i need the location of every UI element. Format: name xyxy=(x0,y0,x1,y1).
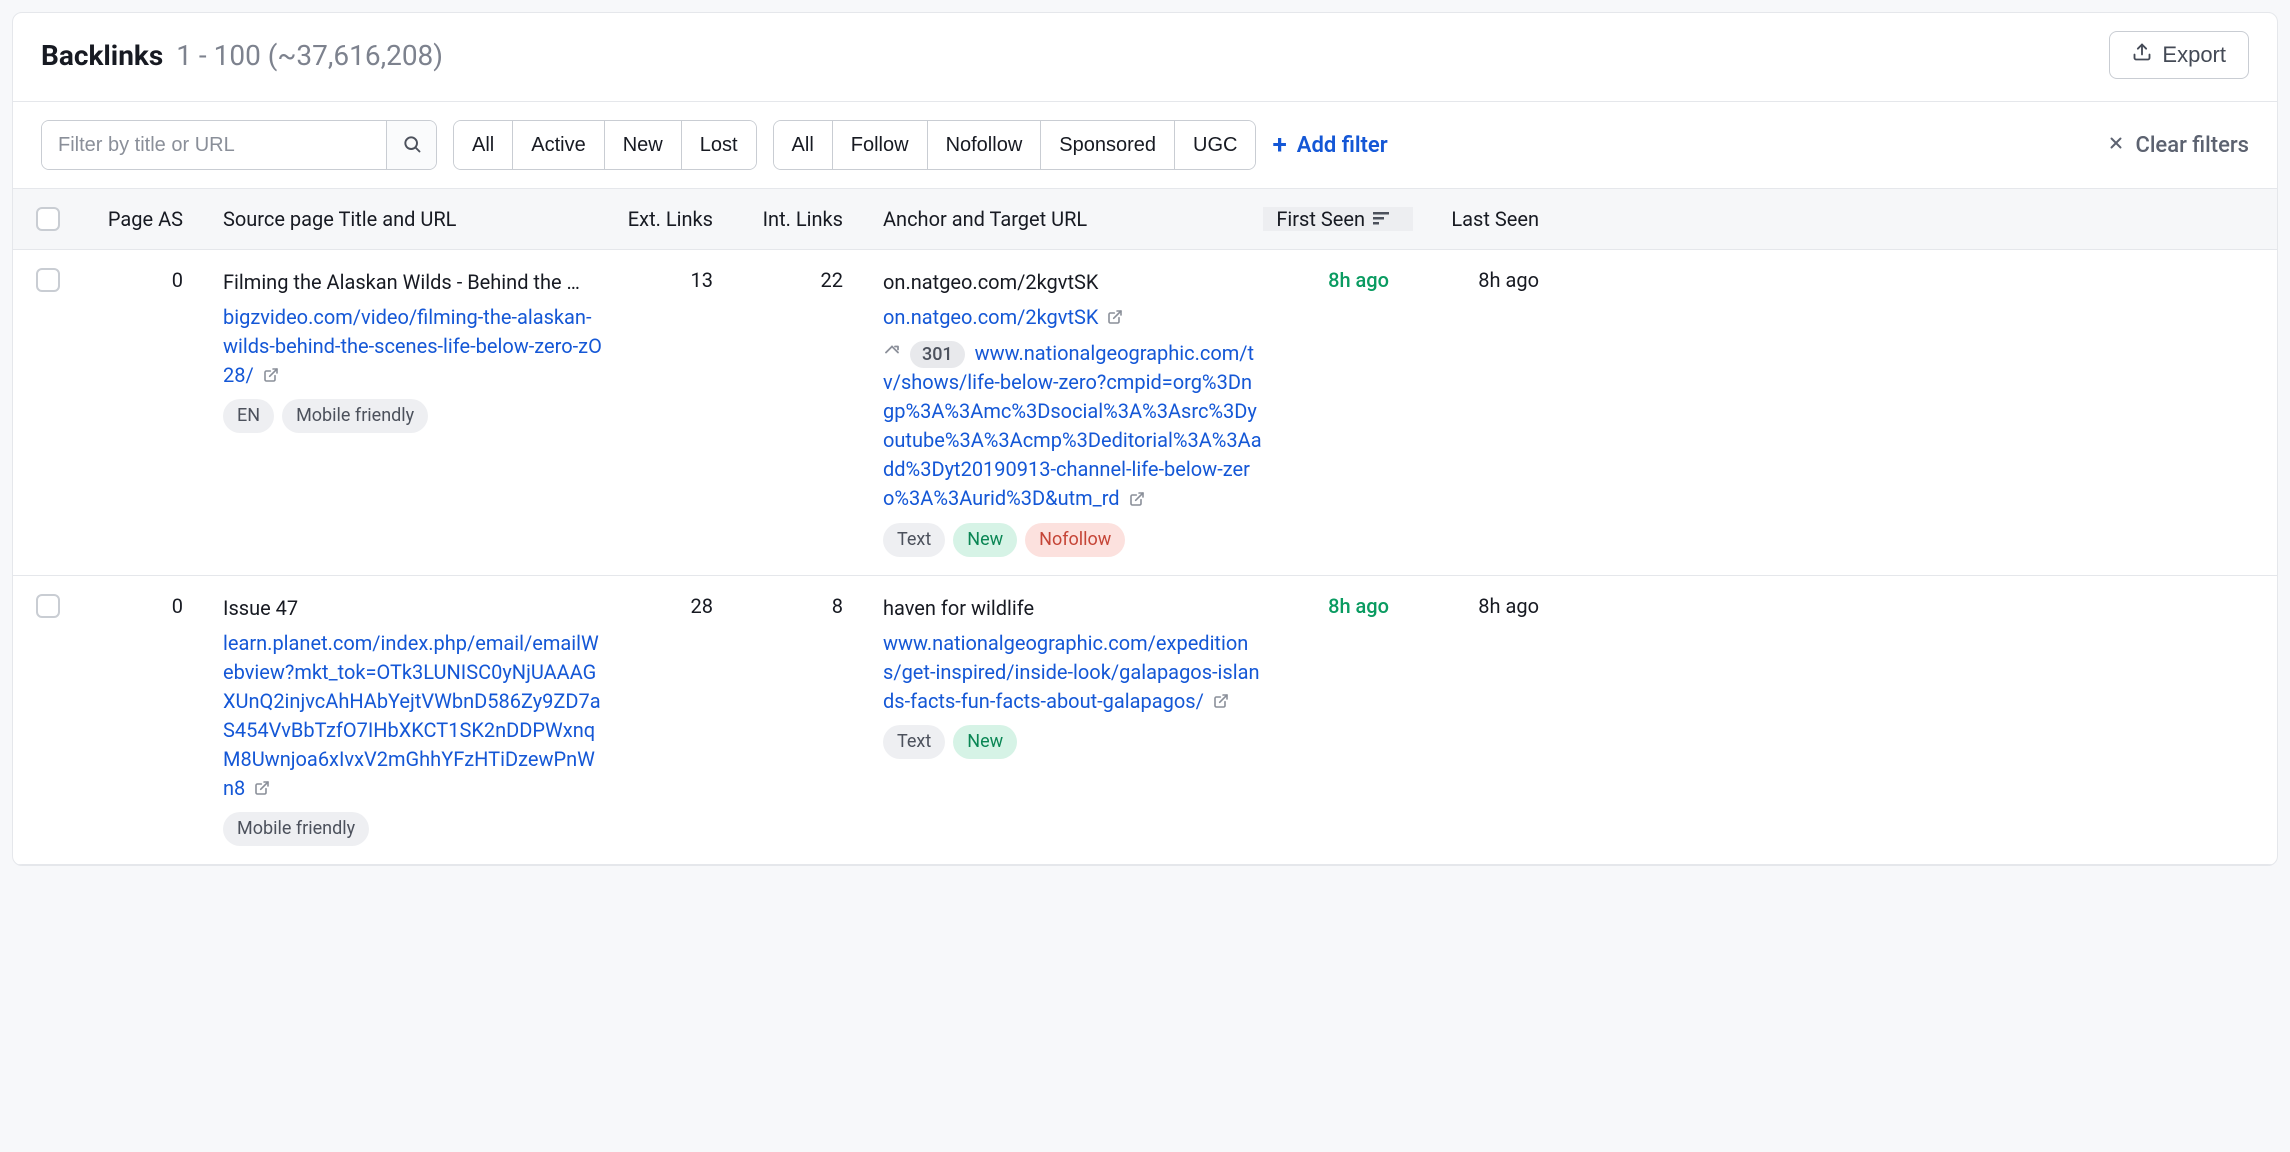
filter-all[interactable]: All xyxy=(454,121,512,169)
export-button[interactable]: Export xyxy=(2109,31,2249,79)
header-ext-links[interactable]: Ext. Links xyxy=(603,207,733,231)
external-link-icon xyxy=(1107,304,1123,333)
search-icon xyxy=(402,134,422,157)
result-range: 1 - 100 (~37,616,208) xyxy=(176,39,443,72)
panel-title-wrap: Backlinks 1 - 100 (~37,616,208) xyxy=(41,39,443,72)
upload-icon xyxy=(2132,42,2152,68)
header-source[interactable]: Source page Title and URL xyxy=(203,207,603,231)
clear-filters-label: Clear filters xyxy=(2135,133,2249,158)
source-tag: Mobile friendly xyxy=(282,399,428,433)
filter-rel-all[interactable]: All xyxy=(774,121,832,169)
table-row: 0 Issue 47 learn.planet.com/index.php/emai… xyxy=(13,576,2277,865)
cell-anchor: haven for wildlife www.nationalgeographic… xyxy=(863,594,1263,846)
filter-nofollow[interactable]: Nofollow xyxy=(927,121,1041,169)
cell-page-as: 0 xyxy=(83,594,203,846)
target-url[interactable]: www.nationalgeographic.com/expeditions/g… xyxy=(883,631,1260,713)
cell-source: Issue 47 learn.planet.com/index.php/email… xyxy=(203,594,603,846)
status-filter-group: All Active New Lost xyxy=(453,120,757,170)
table-row: 0Filming the Alaskan Wilds - Behind the … xyxy=(13,250,2277,576)
anchor-tag: Text xyxy=(883,725,945,759)
anchor-tag: New xyxy=(953,523,1017,557)
cell-anchor: on.natgeo.com/2kgvtSK on.natgeo.com/2kgvt… xyxy=(863,268,1263,557)
select-all-checkbox[interactable] xyxy=(36,207,60,231)
clear-filters-button[interactable]: Clear filters xyxy=(2107,133,2249,158)
table-body: 0Filming the Alaskan Wilds - Behind the … xyxy=(13,250,2277,865)
cell-last-seen: 8h ago xyxy=(1413,594,1563,846)
cell-ext-links: 13 xyxy=(603,268,733,557)
header-last-seen[interactable]: Last Seen xyxy=(1413,207,1563,231)
anchor-text: on.natgeo.com/2kgvtSK xyxy=(883,268,1263,297)
backlinks-panel: Backlinks 1 - 100 (~37,616,208) Export A… xyxy=(12,12,2278,866)
add-filter-label: Add filter xyxy=(1297,133,1388,158)
cell-int-links: 8 xyxy=(733,594,863,846)
cell-first-seen: 8h ago xyxy=(1263,268,1413,557)
plus-icon: + xyxy=(1272,132,1286,158)
search-input[interactable] xyxy=(42,121,386,169)
row-checkbox[interactable] xyxy=(36,268,60,292)
export-label: Export xyxy=(2162,42,2226,68)
source-url[interactable]: learn.planet.com/index.php/email/emailWe… xyxy=(223,631,601,800)
filter-sponsored[interactable]: Sponsored xyxy=(1040,121,1174,169)
header-int-links[interactable]: Int. Links xyxy=(733,207,863,231)
redirect-code: 301 xyxy=(910,341,965,368)
toolbar: All Active New Lost All Follow Nofollow … xyxy=(13,102,2277,188)
redirect-icon xyxy=(883,341,901,365)
header-first-seen[interactable]: First Seen xyxy=(1263,207,1413,231)
cell-int-links: 22 xyxy=(733,268,863,557)
source-title: Filming the Alaskan Wilds - Behind the … xyxy=(223,268,603,297)
row-checkbox[interactable] xyxy=(36,594,60,618)
cell-page-as: 0 xyxy=(83,268,203,557)
close-icon xyxy=(2107,133,2125,158)
cell-source: Filming the Alaskan Wilds - Behind the …… xyxy=(203,268,603,557)
filter-new[interactable]: New xyxy=(604,121,681,169)
cell-ext-links: 28 xyxy=(603,594,733,846)
filter-lost[interactable]: Lost xyxy=(681,121,756,169)
target-url[interactable]: on.natgeo.com/2kgvtSK xyxy=(883,305,1098,329)
filter-ugc[interactable]: UGC xyxy=(1174,121,1255,169)
rel-filter-group: All Follow Nofollow Sponsored UGC xyxy=(773,120,1257,170)
header-checkbox-cell xyxy=(13,207,83,231)
search-wrap xyxy=(41,120,437,170)
cell-last-seen: 8h ago xyxy=(1413,268,1563,557)
add-filter-button[interactable]: + Add filter xyxy=(1272,132,1387,158)
header-anchor[interactable]: Anchor and Target URL xyxy=(863,207,1263,231)
external-link-icon xyxy=(1129,486,1145,515)
cell-first-seen: 8h ago xyxy=(1263,594,1413,846)
source-tag: EN xyxy=(223,399,274,433)
filter-follow[interactable]: Follow xyxy=(832,121,927,169)
table-header: Page AS Source page Title and URL Ext. L… xyxy=(13,188,2277,250)
anchor-tag: Nofollow xyxy=(1025,523,1125,557)
anchor-tag: Text xyxy=(883,523,945,557)
external-link-icon xyxy=(254,775,270,804)
header-first-seen-label: First Seen xyxy=(1276,207,1365,231)
source-tag: Mobile friendly xyxy=(223,812,369,846)
source-title: Issue 47 xyxy=(223,594,603,623)
panel-title: Backlinks xyxy=(41,39,163,72)
filter-active[interactable]: Active xyxy=(512,121,603,169)
source-url[interactable]: bigzvideo.com/video/filming-the-alaskan-… xyxy=(223,305,602,387)
panel-header: Backlinks 1 - 100 (~37,616,208) Export xyxy=(13,13,2277,101)
external-link-icon xyxy=(263,362,279,391)
sort-desc-icon xyxy=(1373,207,1389,231)
header-page-as[interactable]: Page AS xyxy=(83,207,203,231)
anchor-text: haven for wildlife xyxy=(883,594,1263,623)
anchor-tag: New xyxy=(953,725,1017,759)
search-button[interactable] xyxy=(386,121,436,169)
external-link-icon xyxy=(1213,688,1229,717)
